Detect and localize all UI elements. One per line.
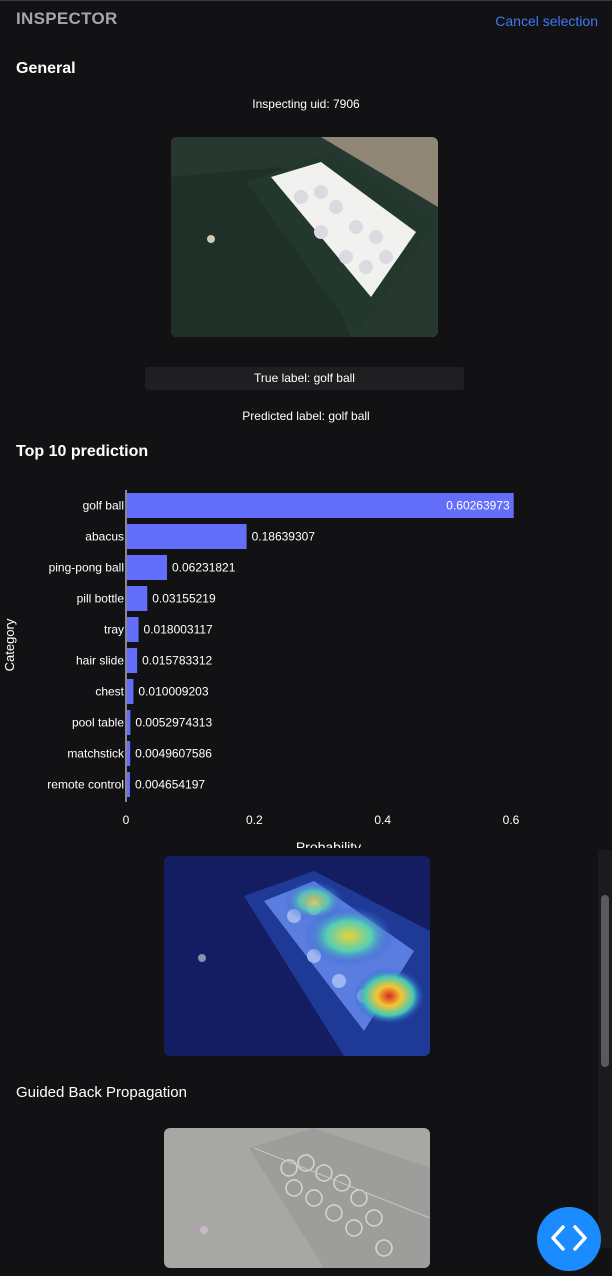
code-toggle-button[interactable] — [537, 1207, 601, 1271]
x-tick-label: 0.6 — [503, 813, 520, 827]
bar[interactable] — [127, 710, 131, 735]
bar-value-label: 0.010009203 — [138, 685, 208, 699]
x-tick-label: 0.4 — [374, 813, 391, 827]
category-label: chest — [95, 685, 124, 699]
guided-backprop-image — [164, 1128, 430, 1268]
category-label: hair slide — [76, 654, 124, 668]
x-ticks-group: 0 0.2 0.4 0.6 — [123, 813, 520, 827]
gradcam-heatmap-image — [164, 856, 430, 1056]
category-label: matchstick — [67, 747, 125, 761]
top-10-prediction-title: Top 10 prediction — [16, 443, 149, 460]
y-axis-label: Category — [2, 618, 17, 671]
inspector-title: INSPECTOR — [16, 9, 118, 28]
bar-value-label: 0.03155219 — [152, 592, 216, 606]
category-label: pill bottle — [77, 592, 125, 606]
bar[interactable] — [127, 648, 138, 673]
bar[interactable] — [127, 555, 167, 580]
bar-value-label: 0.06231821 — [172, 561, 236, 575]
bar[interactable] — [127, 679, 134, 704]
bar-value-label: 0.0049607586 — [135, 747, 212, 761]
bar[interactable] — [127, 586, 148, 611]
category-label: golf ball — [83, 499, 124, 513]
category-label: ping-pong ball — [49, 561, 124, 575]
predicted-label: Predicted label: golf ball — [242, 409, 370, 423]
bar-value-label: 0.60263973 — [446, 499, 510, 513]
x-tick-label: 0.2 — [246, 813, 263, 827]
guided-backprop-title: Guided Back Propagation — [16, 1084, 187, 1101]
x-tick-label: 0 — [123, 813, 130, 827]
bars-group: golf ball 0.60263973 abacus 0.18639307 ping-… — [47, 493, 514, 797]
bar[interactable] — [127, 772, 130, 797]
bar-value-label: 0.18639307 — [252, 530, 316, 544]
bar-value-label: 0.0052974313 — [135, 716, 212, 730]
bar[interactable] — [127, 617, 139, 642]
bar[interactable] — [127, 524, 247, 549]
bar-value-label: 0.018003117 — [144, 623, 214, 637]
bar[interactable] — [127, 741, 131, 766]
code-brackets-icon — [551, 1225, 587, 1251]
general-section-title: General — [16, 60, 76, 77]
cancel-selection-link[interactable]: Cancel selection — [495, 13, 598, 29]
true-label: True label: golf ball — [145, 367, 464, 390]
input-image — [171, 137, 438, 337]
category-label: abacus — [85, 530, 124, 544]
category-label: pool table — [72, 716, 124, 730]
category-label: tray — [104, 623, 124, 637]
x-axis-label: Probability — [296, 839, 361, 848]
inspecting-uid-text: Inspecting uid: 7906 — [252, 97, 360, 111]
top-border — [0, 0, 612, 1]
category-label: remote control — [47, 778, 124, 792]
bar-value-label: 0.015783312 — [142, 654, 212, 668]
scrollbar-thumb[interactable] — [601, 895, 609, 1067]
top-10-prediction-chart: golf ball 0.60263973 abacus 0.18639307 ping-… — [2, 490, 520, 848]
bar-value-label: 0.004654197 — [135, 778, 205, 792]
